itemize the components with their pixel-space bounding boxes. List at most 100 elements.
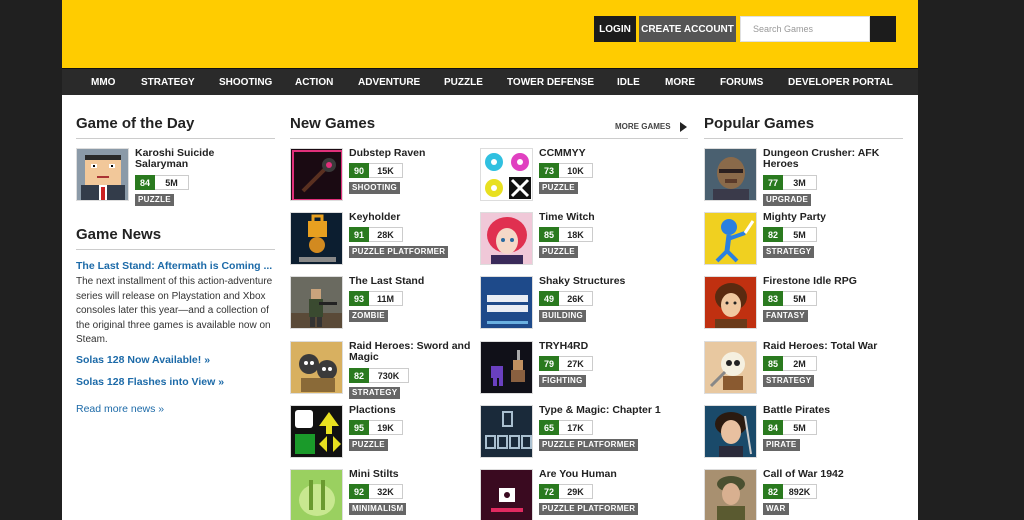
game-card[interactable]: Keyholder 91 28K PUZZLE PLATFORMER	[290, 212, 475, 272]
keyholder-icon	[290, 212, 343, 265]
tag-badge[interactable]: PUZZLE	[349, 439, 388, 451]
news-item-last-stand[interactable]: The Last Stand: Aftermath is Coming ...	[76, 260, 272, 272]
war-soldier-icon	[704, 469, 757, 520]
arrow-right-icon[interactable]	[680, 122, 687, 132]
score-badge: 83	[763, 291, 783, 306]
game-title: Battle Pirates	[763, 404, 831, 416]
divider	[290, 138, 688, 139]
tag-badge[interactable]: PUZZLE	[135, 194, 174, 206]
nav-shooting[interactable]: SHOOTING	[219, 69, 272, 96]
search-input[interactable]	[740, 16, 870, 42]
plays-count: 11M	[369, 291, 403, 306]
plays-count: 26K	[559, 291, 593, 306]
tag-badge[interactable]: PUZZLE PLATFORMER	[539, 439, 639, 451]
tag-badge[interactable]: SHOOTING	[349, 182, 401, 194]
game-card[interactable]: Mini Stilts 92 32K MINIMALISM	[290, 469, 475, 520]
skull-warrior-icon	[704, 341, 757, 394]
tag-badge[interactable]: PUZZLE	[539, 182, 578, 194]
plays-count: 27K	[559, 356, 593, 371]
nav-forums[interactable]: FORUMS	[720, 69, 763, 96]
game-card[interactable]: Battle Pirates 84 5M PIRATE	[704, 405, 904, 465]
game-title: Time Witch	[539, 211, 595, 223]
tag-badge[interactable]: STRATEGY	[763, 246, 815, 258]
tag-badge[interactable]: PUZZLE PLATFORMER	[539, 503, 639, 515]
nav-idle[interactable]: IDLE	[617, 69, 640, 96]
divider	[76, 249, 275, 250]
tag-badge[interactable]: FANTASY	[763, 310, 808, 322]
game-stats: 93 11M	[349, 291, 403, 306]
tag-badge[interactable]: MINIMALISM	[349, 503, 407, 515]
tag-badge[interactable]: ZOMBIE	[349, 310, 388, 322]
game-title: Mighty Party	[763, 211, 827, 223]
game-card[interactable]: Type & Magic: Chapter 1 65 17K PUZZLE PLA…	[480, 405, 670, 465]
nav-puzzle[interactable]: PUZZLE	[444, 69, 483, 96]
tag-badge[interactable]: PUZZLE PLATFORMER	[349, 246, 449, 258]
game-stats: 84 5M	[763, 420, 817, 435]
game-card[interactable]: Raid Heroes: Total War 85 2M STRATEGY	[704, 341, 904, 401]
tag-badge[interactable]: BUILDING	[539, 310, 587, 322]
game-title: Raid Heroes: Total War	[763, 340, 878, 352]
game-card[interactable]: Shaky Structures 49 26K BUILDING	[480, 276, 670, 336]
game-card[interactable]: Dubstep Raven 90 15K SHOOTING	[290, 148, 475, 208]
new-games-heading: New Games	[290, 115, 376, 132]
tag-badge[interactable]: PUZZLE	[539, 246, 578, 258]
news-item-solas-available[interactable]: Solas 128 Now Available! »	[76, 354, 210, 366]
tag-badge[interactable]: STRATEGY	[763, 375, 815, 387]
game-stats: 85 18K	[539, 227, 593, 242]
game-title: Karoshi Suicide Salaryman	[135, 147, 215, 170]
game-card[interactable]: Firestone Idle RPG 83 5M FANTASY	[704, 276, 904, 336]
pixel-fighter-icon	[480, 341, 533, 394]
game-title: Keyholder	[349, 211, 401, 223]
game-title: Dungeon Crusher: AFK Heroes	[763, 147, 880, 170]
score-badge: 65	[539, 420, 559, 435]
game-stats: 91 28K	[349, 227, 403, 242]
create-account-button[interactable]: CREATE ACCOUNT	[639, 16, 736, 42]
read-more-news-link[interactable]: Read more news »	[76, 403, 164, 415]
tag-badge[interactable]: STRATEGY	[349, 387, 401, 399]
score-badge: 82	[763, 484, 783, 499]
nav-action[interactable]: ACTION	[295, 69, 333, 96]
news-item-solas-flashes[interactable]: Solas 128 Flashes into View »	[76, 376, 224, 388]
game-stats: 95 19K	[349, 420, 403, 435]
more-games-link[interactable]: MORE GAMES	[615, 122, 671, 131]
score-badge: 84	[135, 175, 155, 190]
nav-strategy[interactable]: STRATEGY	[141, 69, 195, 96]
score-badge: 73	[539, 163, 559, 178]
nav-tower-defense[interactable]: TOWER DEFENSE	[507, 69, 594, 96]
game-card[interactable]: Call of War 1942 82 892K WAR	[704, 469, 904, 520]
plays-count: 32K	[369, 484, 403, 499]
plays-count: 5M	[783, 420, 817, 435]
tag-badge[interactable]: PIRATE	[763, 439, 800, 451]
score-badge: 92	[349, 484, 369, 499]
plays-count: 29K	[559, 484, 593, 499]
game-card[interactable]: Dungeon Crusher: AFK Heroes 77 3M UPGRADE	[704, 148, 904, 208]
plays-count: 19K	[369, 420, 403, 435]
tag-badge[interactable]: UPGRADE	[763, 194, 812, 206]
game-title: Call of War 1942	[763, 468, 844, 480]
score-badge: 95	[349, 420, 369, 435]
game-card[interactable]: Are You Human 72 29K PUZZLE PLATFORMER	[480, 469, 670, 520]
game-title: Firestone Idle RPG	[763, 275, 857, 287]
game-card[interactable]: Mighty Party 82 5M STRATEGY	[704, 212, 904, 272]
game-card[interactable]: CCMMYY 73 10K PUZZLE	[480, 148, 670, 208]
game-stats: 84 5M	[135, 175, 189, 190]
nav-adventure[interactable]: ADVENTURE	[358, 69, 420, 96]
plays-count: 15K	[369, 163, 403, 178]
game-of-day-card[interactable]: Karoshi Suicide Salaryman 84 5M PUZZLE	[76, 148, 276, 208]
search-button[interactable]	[870, 16, 896, 42]
game-title: Dubstep Raven	[349, 147, 426, 159]
game-card[interactable]: The Last Stand 93 11M ZOMBIE	[290, 276, 475, 336]
game-card[interactable]: Raid Heroes: Sword and Magic 82 730K STRA…	[290, 341, 475, 401]
tag-badge[interactable]: WAR	[763, 503, 789, 515]
nav-mmo[interactable]: MMO	[91, 69, 115, 96]
game-card[interactable]: TRYH4RD 79 27K FIGHTING	[480, 341, 670, 401]
score-badge: 84	[763, 420, 783, 435]
game-stats: 49 26K	[539, 291, 593, 306]
tag-badge[interactable]: FIGHTING	[539, 375, 586, 387]
login-button[interactable]: LOGIN	[594, 16, 636, 42]
nav-developer-portal[interactable]: DEVELOPER PORTAL	[788, 69, 893, 96]
game-card[interactable]: Time Witch 85 18K PUZZLE	[480, 212, 670, 272]
divider	[704, 138, 903, 139]
game-card[interactable]: Plactions 95 19K PUZZLE	[290, 405, 475, 465]
nav-more[interactable]: MORE	[665, 69, 695, 96]
